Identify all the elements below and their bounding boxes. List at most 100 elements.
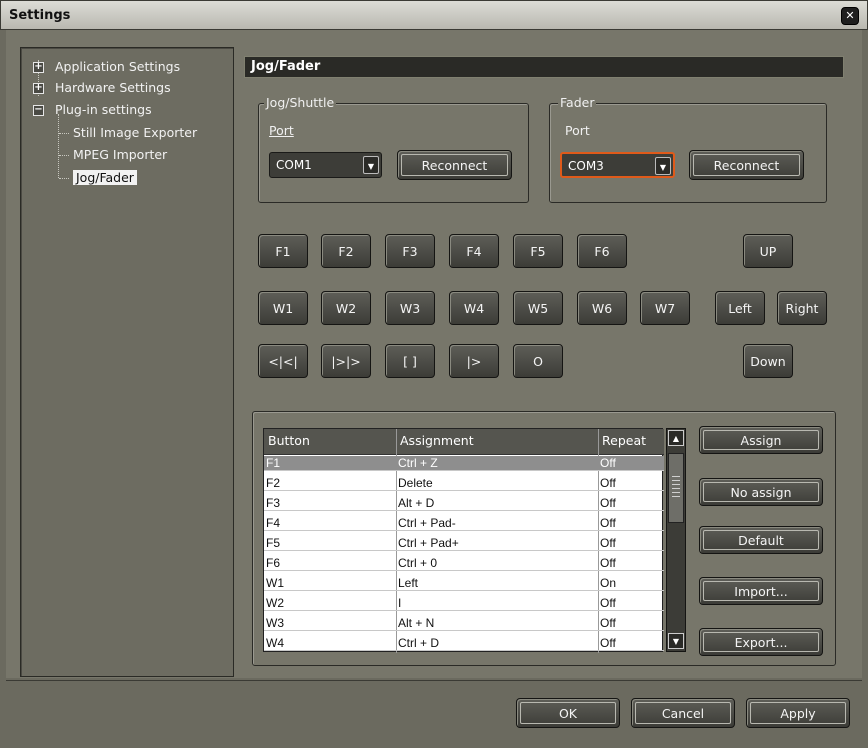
table-row[interactable]: F5 Ctrl + Pad+ Off: [264, 536, 664, 551]
cell-button: F3: [266, 496, 281, 510]
default-button[interactable]: Default: [699, 526, 823, 554]
table-row[interactable]: F3 Alt + D Off: [264, 496, 664, 511]
table-row[interactable]: W2 I Off: [264, 596, 664, 611]
key-w4[interactable]: W4: [449, 291, 499, 325]
key-f1[interactable]: F1: [258, 234, 308, 268]
col-button-header[interactable]: Button: [268, 433, 310, 448]
cell-repeat: Off: [600, 456, 616, 470]
cell-button: F1: [266, 456, 281, 470]
tree-item-application-settings[interactable]: Application Settings: [55, 58, 180, 76]
cell-assignment: Delete: [398, 476, 433, 490]
scroll-down-icon[interactable]: ▼: [668, 633, 684, 649]
assignment-table[interactable]: Button Assignment Repeat F1 Ctrl + Z Off F…: [263, 428, 664, 653]
apply-button[interactable]: Apply: [746, 698, 850, 728]
window-title: Settings: [9, 8, 71, 23]
assign-button[interactable]: Assign: [699, 426, 823, 454]
cancel-button[interactable]: Cancel: [631, 698, 735, 728]
settings-tree[interactable]: + Application Settings + Hardware Settin…: [20, 47, 234, 677]
expand-icon[interactable]: +: [33, 83, 44, 94]
fader-port-label-text: Port: [565, 123, 590, 138]
cell-button: W1: [266, 576, 284, 590]
jog-shuttle-group-title: Jog/Shuttle: [264, 95, 337, 110]
tree-item-still-image-exporter[interactable]: Still Image Exporter: [73, 124, 197, 142]
jog-port-label-text: Port: [269, 123, 294, 138]
tree-item-jog-fader[interactable]: Jog/Fader: [73, 169, 137, 187]
key-stop[interactable]: [ ]: [385, 344, 435, 378]
key-f3[interactable]: F3: [385, 234, 435, 268]
cell-assignment: Ctrl + D: [398, 636, 440, 650]
cell-button: F2: [266, 476, 281, 490]
cell-button: W4: [266, 636, 284, 650]
key-f6[interactable]: F6: [577, 234, 627, 268]
fader-port-label: Port: [565, 123, 590, 138]
table-row[interactable]: F1 Ctrl + Z Off: [264, 456, 664, 471]
key-w5[interactable]: W5: [513, 291, 563, 325]
cell-repeat: Off: [600, 536, 616, 550]
scroll-thumb[interactable]: [668, 453, 684, 523]
key-w7[interactable]: W7: [640, 291, 690, 325]
key-right[interactable]: Right: [777, 291, 827, 325]
close-icon[interactable]: ✕: [841, 7, 859, 25]
tree-item-label: Jog/Fader: [73, 170, 137, 185]
cell-assignment: Ctrl + 0: [398, 556, 438, 570]
import-button[interactable]: Import...: [699, 577, 823, 605]
table-row[interactable]: F6 Ctrl + 0 Off: [264, 556, 664, 571]
cell-repeat: Off: [600, 596, 616, 610]
table-row[interactable]: F2 Delete Off: [264, 476, 664, 491]
cell-repeat: Off: [600, 476, 616, 490]
key-rewind[interactable]: <|<|: [258, 344, 308, 378]
fader-port-value: COM3: [568, 159, 604, 173]
jog-port-select[interactable]: COM1 ▼: [269, 152, 382, 178]
cell-repeat: On: [600, 576, 617, 590]
jog-port-value: COM1: [276, 158, 312, 172]
cell-button: F6: [266, 556, 281, 570]
key-f4[interactable]: F4: [449, 234, 499, 268]
key-up[interactable]: UP: [743, 234, 793, 268]
title-bar: Settings ✕: [0, 0, 868, 30]
key-down[interactable]: Down: [743, 344, 793, 378]
table-row[interactable]: W1 Left On: [264, 576, 664, 591]
export-button[interactable]: Export...: [699, 628, 823, 656]
cell-repeat: Off: [600, 516, 616, 530]
table-row[interactable]: W3 Alt + N Off: [264, 616, 664, 631]
key-record[interactable]: O: [513, 344, 563, 378]
tree-item-plugin-settings[interactable]: Plug-in settings: [55, 101, 152, 119]
key-w2[interactable]: W2: [321, 291, 371, 325]
jog-port-label: Port: [269, 123, 294, 138]
cell-assignment: Alt + D: [398, 496, 435, 510]
chevron-down-icon[interactable]: ▼: [363, 156, 379, 174]
collapse-icon[interactable]: −: [33, 105, 44, 116]
ok-button[interactable]: OK: [516, 698, 620, 728]
cell-button: W2: [266, 596, 284, 610]
tree-item-hardware-settings[interactable]: Hardware Settings: [55, 79, 171, 97]
cell-assignment: Ctrl + Z: [398, 456, 438, 470]
key-fast-forward[interactable]: |>|>: [321, 344, 371, 378]
panel-title: Jog/Fader: [251, 59, 321, 74]
tree-item-mpeg-importer[interactable]: MPEG Importer: [73, 146, 167, 164]
key-play[interactable]: |>: [449, 344, 499, 378]
key-left[interactable]: Left: [715, 291, 765, 325]
fader-reconnect-button[interactable]: Reconnect: [689, 150, 804, 180]
fader-port-select[interactable]: COM3 ▼: [560, 152, 675, 178]
no-assign-button[interactable]: No assign: [699, 478, 823, 506]
key-w3[interactable]: W3: [385, 291, 435, 325]
col-repeat-header[interactable]: Repeat: [602, 433, 646, 448]
expand-icon[interactable]: +: [33, 62, 44, 73]
key-w1[interactable]: W1: [258, 291, 308, 325]
key-w6[interactable]: W6: [577, 291, 627, 325]
table-row[interactable]: W4 Ctrl + D Off: [264, 636, 664, 651]
cell-repeat: Off: [600, 496, 616, 510]
jog-reconnect-button[interactable]: Reconnect: [397, 150, 512, 180]
cell-button: F4: [266, 516, 281, 530]
cell-assignment: Ctrl + Pad+: [398, 536, 459, 550]
cell-repeat: Off: [600, 616, 616, 630]
scroll-up-icon[interactable]: ▲: [668, 430, 684, 446]
key-f2[interactable]: F2: [321, 234, 371, 268]
table-row[interactable]: F4 Ctrl + Pad- Off: [264, 516, 664, 531]
cell-assignment: Alt + N: [398, 616, 435, 630]
col-assignment-header[interactable]: Assignment: [400, 433, 474, 448]
cell-assignment: I: [398, 596, 402, 610]
chevron-down-icon[interactable]: ▼: [655, 157, 671, 175]
key-f5[interactable]: F5: [513, 234, 563, 268]
table-scrollbar[interactable]: ▲ ▼: [666, 428, 686, 652]
